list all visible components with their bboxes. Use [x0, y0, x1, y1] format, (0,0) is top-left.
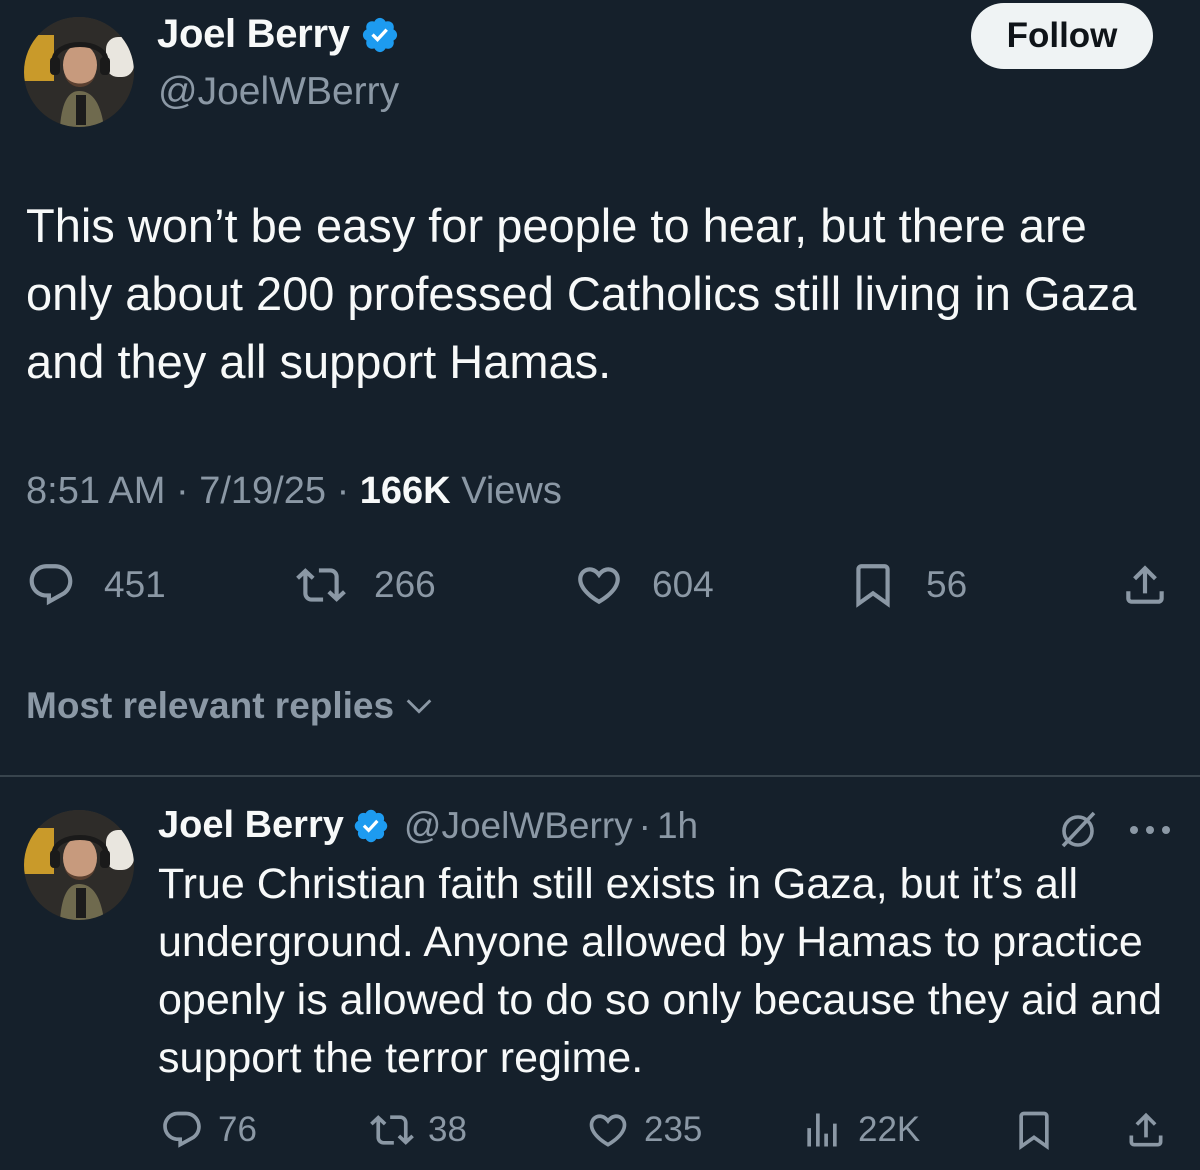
replies-sort-label: Most relevant replies: [26, 685, 395, 726]
reply-repost-count: 38: [428, 1110, 467, 1149]
author-handle[interactable]: @JoelWBerry: [158, 70, 399, 114]
repost-arrows-icon: [296, 568, 346, 602]
bookmark-icon: [1019, 1111, 1049, 1151]
reply-header: Joel Berry @JoelWBerry · 1h: [158, 804, 698, 847]
reply-action-bar: 76 38 235 22K: [0, 1108, 1200, 1158]
reply-text: True Christian faith still exists in Gaz…: [158, 860, 1163, 1082]
author-name-row: Joel Berry: [157, 12, 400, 57]
views-label: Views: [461, 470, 562, 512]
reply-repost-button[interactable]: 38: [370, 1108, 467, 1152]
repost-button[interactable]: 266: [296, 560, 436, 610]
tweet-date[interactable]: 7/19/25: [199, 470, 326, 512]
tweet-time[interactable]: 8:51 AM: [26, 470, 165, 512]
reply-share-button[interactable]: [1124, 1108, 1168, 1152]
divider: [0, 775, 1200, 777]
tweet-meta: 8:51 AM · 7/19/25 · 166K Views: [26, 470, 562, 513]
reply-reply-count: 76: [218, 1110, 257, 1149]
replies-sort-dropdown[interactable]: Most relevant replies: [26, 685, 436, 727]
like-count: 604: [652, 564, 714, 605]
speech-bubble-icon: [29, 564, 73, 606]
bookmark-count: 56: [926, 564, 968, 605]
share-upload-icon: [1129, 1112, 1163, 1147]
heart-icon: [578, 567, 620, 605]
reply-like-button[interactable]: 235: [586, 1108, 702, 1152]
reply-separator: ·: [638, 804, 651, 846]
reply-button[interactable]: 451: [26, 560, 166, 610]
reply-views-button[interactable]: 22K: [800, 1108, 920, 1152]
bookmark-button[interactable]: 56: [848, 560, 967, 610]
heart-icon: [589, 1114, 627, 1147]
reply-views-count: 22K: [858, 1110, 921, 1149]
reply-author-avatar[interactable]: [24, 810, 134, 920]
author-avatar[interactable]: [24, 17, 134, 127]
ellipsis-icon[interactable]: [1128, 818, 1172, 842]
speech-bubble-icon: [163, 1111, 201, 1148]
reply-author-handle[interactable]: @JoelWBerry: [404, 805, 633, 847]
share-button[interactable]: [1120, 560, 1170, 610]
author-name[interactable]: Joel Berry: [157, 12, 350, 57]
tweet-detail-page: Joel Berry @JoelWBerry Follow This won’t…: [0, 0, 1200, 1170]
meta-separator: ·: [336, 470, 350, 512]
reply-count: 451: [104, 564, 166, 605]
follow-button[interactable]: Follow: [971, 3, 1153, 69]
reply-bookmark-button[interactable]: [1012, 1108, 1056, 1152]
share-upload-icon: [1126, 565, 1164, 604]
repost-arrows-icon: [370, 1115, 414, 1145]
grok-slash-circle-icon[interactable]: [1054, 806, 1102, 854]
tweet-action-bar: 451 266 604 56: [0, 560, 1200, 624]
tweet-text: This won’t be easy for people to hear, b…: [26, 199, 1137, 388]
repost-count: 266: [374, 564, 436, 605]
bookmark-icon: [856, 564, 890, 608]
like-button[interactable]: 604: [574, 560, 714, 610]
reply-age[interactable]: 1h: [657, 805, 698, 847]
reply-like-count: 235: [644, 1110, 703, 1149]
reply-author-name[interactable]: Joel Berry: [158, 804, 344, 847]
chevron-down-icon: [406, 699, 432, 714]
views-count: 166K: [359, 470, 451, 512]
meta-separator: ·: [175, 470, 189, 512]
verified-badge-icon[interactable]: [352, 807, 390, 845]
bar-chart-icon: [807, 1113, 837, 1147]
reply-reply-button[interactable]: 76: [160, 1108, 257, 1152]
verified-badge-icon[interactable]: [360, 15, 400, 55]
